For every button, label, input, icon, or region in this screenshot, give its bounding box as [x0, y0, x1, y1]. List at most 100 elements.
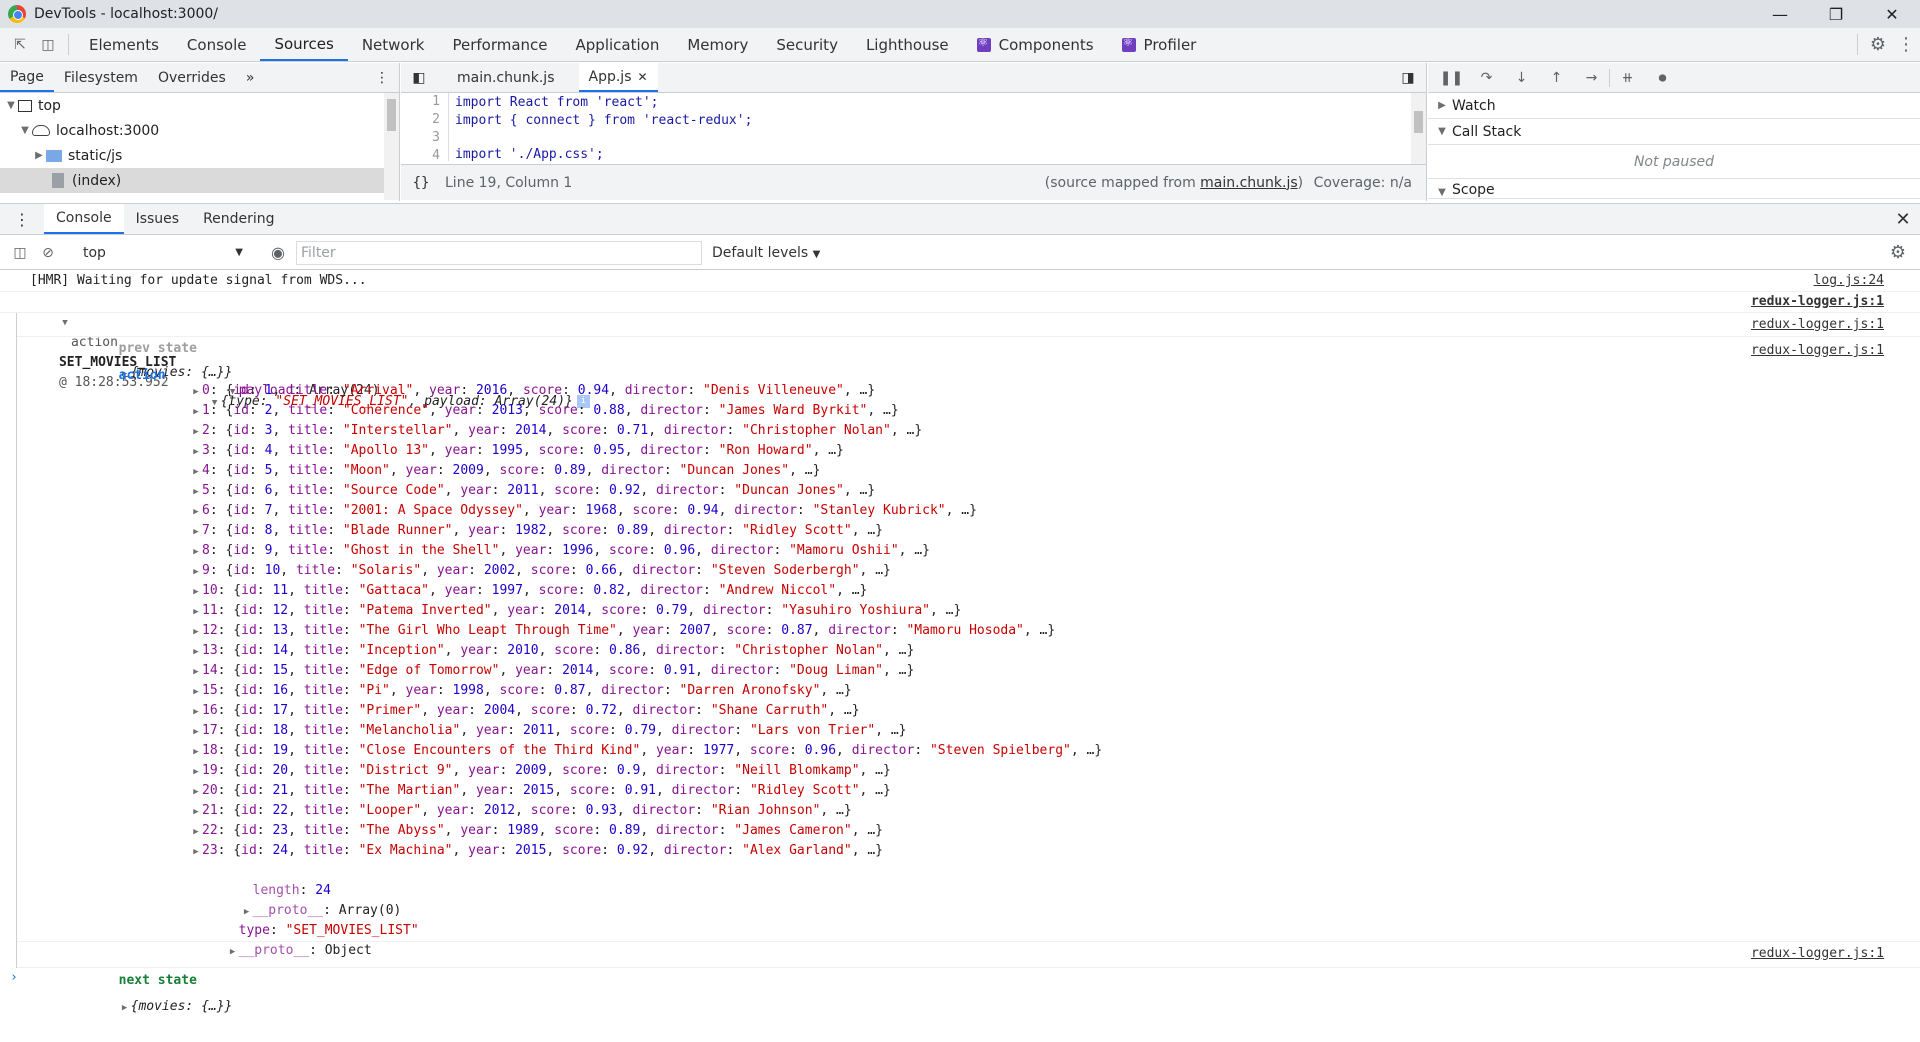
- editor-scrollbar[interactable]: [1411, 93, 1426, 164]
- list-item[interactable]: ▶ 16: {id: 17, title: "Primer", year: 200…: [17, 701, 1920, 721]
- expand-triangle-icon[interactable]: ▼: [18, 125, 32, 136]
- console-settings-gear-icon[interactable]: ⚙: [1884, 242, 1912, 263]
- source-link[interactable]: log.js:24: [1814, 273, 1884, 288]
- collapse-triangle-icon[interactable]: ▶: [190, 742, 202, 762]
- close-tab-icon[interactable]: ✕: [637, 70, 647, 84]
- drawer-tab-issues[interactable]: Issues: [124, 204, 192, 234]
- list-item[interactable]: ▶ 8: {id: 9, title: "Ghost in the Shell",…: [17, 541, 1920, 561]
- collapse-triangle-icon[interactable]: ▶: [190, 482, 202, 502]
- device-toolbar-icon[interactable]: ◫: [34, 28, 62, 61]
- collapse-triangle-icon[interactable]: ▶: [190, 682, 202, 702]
- collapse-triangle-icon[interactable]: ▶: [190, 462, 202, 482]
- list-item[interactable]: ▶ 6: {id: 7, title: "2001: A Space Odysse…: [17, 501, 1920, 521]
- tab-profiler[interactable]: Profiler: [1108, 28, 1211, 61]
- list-item[interactable]: ▶ 17: {id: 18, title: "Melancholia", year…: [17, 721, 1920, 741]
- pretty-print-button[interactable]: {}: [401, 175, 441, 191]
- toggle-debugger-icon[interactable]: ◨: [1390, 63, 1426, 92]
- collapse-triangle-icon[interactable]: ▶: [190, 542, 202, 562]
- tab-performance[interactable]: Performance: [438, 28, 561, 61]
- expand-triangle-icon[interactable]: ▼: [4, 100, 18, 111]
- next-state-value[interactable]: {movies: {…}}: [131, 999, 233, 1014]
- list-item[interactable]: ▶ 15: {id: 16, title: "Pi", year: 1998, s…: [17, 681, 1920, 701]
- collapse-triangle-icon[interactable]: ▶: [190, 562, 202, 582]
- tab-lighthouse[interactable]: Lighthouse: [852, 28, 963, 61]
- inspect-element-icon[interactable]: ⇱: [6, 28, 34, 61]
- list-item[interactable]: ▶ 5: {id: 6, title: "Source Code", year: …: [17, 481, 1920, 501]
- collapse-triangle-icon[interactable]: ▶: [190, 702, 202, 722]
- collapse-triangle-icon[interactable]: ▶: [190, 502, 202, 522]
- collapse-triangle-icon[interactable]: ▶: [32, 150, 46, 161]
- list-item[interactable]: ▶ 19: {id: 20, title: "District 9", year:…: [17, 761, 1920, 781]
- pause-resume-icon[interactable]: ❚❚: [1434, 70, 1469, 86]
- collapse-triangle-icon[interactable]: ▶: [190, 382, 202, 402]
- more-options-icon[interactable]: ⋮: [1892, 28, 1920, 61]
- tab-page[interactable]: Page: [0, 63, 54, 92]
- collapse-triangle-icon[interactable]: ▶: [190, 402, 202, 422]
- collapse-triangle-icon[interactable]: ▶: [190, 802, 202, 822]
- list-item[interactable]: ▶ 9: {id: 10, title: "Solaris", year: 200…: [17, 561, 1920, 581]
- collapse-triangle-icon[interactable]: ▶: [190, 442, 202, 462]
- list-item[interactable]: ▶ 22: {id: 23, title: "The Abyss", year: …: [17, 821, 1920, 841]
- list-item[interactable]: ▶ 23: {id: 24, title: "Ex Machina", year:…: [17, 841, 1920, 861]
- list-item[interactable]: ▶ 7: {id: 8, title: "Blade Runner", year:…: [17, 521, 1920, 541]
- tab-components[interactable]: Components: [963, 28, 1108, 61]
- navigator-menu-icon[interactable]: ⋮: [365, 63, 399, 92]
- tab-security[interactable]: Security: [762, 28, 852, 61]
- collapse-triangle-icon[interactable]: ▶: [190, 642, 202, 662]
- drawer-menu-icon[interactable]: ⋮: [0, 204, 44, 234]
- log-levels-dropdown[interactable]: Default levels ▼: [712, 245, 820, 261]
- tab-filesystem[interactable]: Filesystem: [54, 63, 148, 92]
- context-selector[interactable]: top ▼: [75, 240, 251, 266]
- drawer-tab-rendering[interactable]: Rendering: [191, 204, 287, 234]
- source-map-link[interactable]: main.chunk.js: [1200, 175, 1298, 191]
- tab-application[interactable]: Application: [562, 28, 674, 61]
- settings-gear-icon[interactable]: ⚙: [1864, 28, 1892, 61]
- step-icon[interactable]: →: [1574, 70, 1609, 86]
- collapse-triangle-icon[interactable]: ▶: [190, 762, 202, 782]
- list-item[interactable]: ▶ 14: {id: 15, title: "Edge of Tomorrow",…: [17, 661, 1920, 681]
- tree-item-top[interactable]: ▼ top: [0, 93, 399, 118]
- list-item[interactable]: ▶ 4: {id: 5, title: "Moon", year: 2009, s…: [17, 461, 1920, 481]
- list-item[interactable]: ▶ 10: {id: 11, title: "Gattaca", year: 19…: [17, 581, 1920, 601]
- show-sidebar-icon[interactable]: ◫: [6, 245, 34, 261]
- tree-item-index[interactable]: (index): [0, 168, 399, 193]
- collapse-triangle-icon[interactable]: ▶: [241, 902, 253, 922]
- file-tab-app-js[interactable]: App.js ✕: [578, 63, 658, 92]
- list-item[interactable]: ▶ 3: {id: 4, title: "Apollo 13", year: 19…: [17, 441, 1920, 461]
- list-item[interactable]: ▶ 11: {id: 12, title: "Patema Inverted", …: [17, 601, 1920, 621]
- scrollbar-thumb[interactable]: [387, 99, 396, 131]
- tab-elements[interactable]: Elements: [75, 28, 173, 61]
- code-area[interactable]: 1 import React from 'react'; 2 import { co…: [401, 93, 1426, 164]
- scope-section-header[interactable]: ▼ Scope: [1428, 179, 1920, 199]
- minimize-button[interactable]: —: [1752, 0, 1808, 28]
- collapse-triangle-icon[interactable]: ▶: [190, 662, 202, 682]
- collapse-triangle-icon[interactable]: ▶: [190, 722, 202, 742]
- clear-console-icon[interactable]: ⊘: [34, 245, 62, 261]
- payload-line[interactable]: ▼ payload: Array(24): [17, 361, 1920, 398]
- list-item[interactable]: ▶ 1: {id: 2, title: "Coherence", year: 20…: [17, 401, 1920, 421]
- collapse-triangle-icon[interactable]: ▶: [190, 422, 202, 442]
- call-stack-section-header[interactable]: ▼ Call Stack: [1428, 119, 1920, 145]
- more-tabs-chevron-icon[interactable]: »: [236, 63, 265, 92]
- restore-button[interactable]: ❐: [1808, 0, 1864, 28]
- tree-item-static-js[interactable]: ▶ static/js: [0, 143, 399, 168]
- pause-on-exceptions-icon[interactable]: ⏺: [1645, 68, 1680, 88]
- collapse-triangle-icon[interactable]: ▶: [190, 782, 202, 802]
- tab-overrides[interactable]: Overrides: [148, 63, 236, 92]
- list-item[interactable]: ▶ 21: {id: 22, title: "Looper", year: 201…: [17, 801, 1920, 821]
- list-item[interactable]: ▶ 13: {id: 14, title: "Inception", year: …: [17, 641, 1920, 661]
- deactivate-breakpoints-icon[interactable]: ⧺: [1610, 70, 1645, 86]
- console-prompt[interactable]: ›: [0, 968, 1920, 988]
- close-window-button[interactable]: ✕: [1864, 0, 1920, 28]
- collapse-triangle-icon[interactable]: ▶: [190, 842, 202, 862]
- drawer-tab-console[interactable]: Console: [44, 204, 124, 234]
- list-item[interactable]: ▶ 12: {id: 13, title: "The Girl Who Leapt…: [17, 621, 1920, 641]
- tab-sources[interactable]: Sources: [260, 28, 348, 61]
- step-into-icon[interactable]: ↓: [1504, 70, 1539, 86]
- source-link[interactable]: redux-logger.js:1: [1751, 294, 1884, 309]
- step-over-icon[interactable]: ↷: [1469, 70, 1504, 86]
- tab-network[interactable]: Network: [348, 28, 439, 61]
- collapse-triangle-icon[interactable]: ▶: [190, 822, 202, 842]
- scrollbar-thumb[interactable]: [1414, 111, 1423, 133]
- list-item[interactable]: ▶ 2: {id: 3, title: "Interstellar", year:…: [17, 421, 1920, 441]
